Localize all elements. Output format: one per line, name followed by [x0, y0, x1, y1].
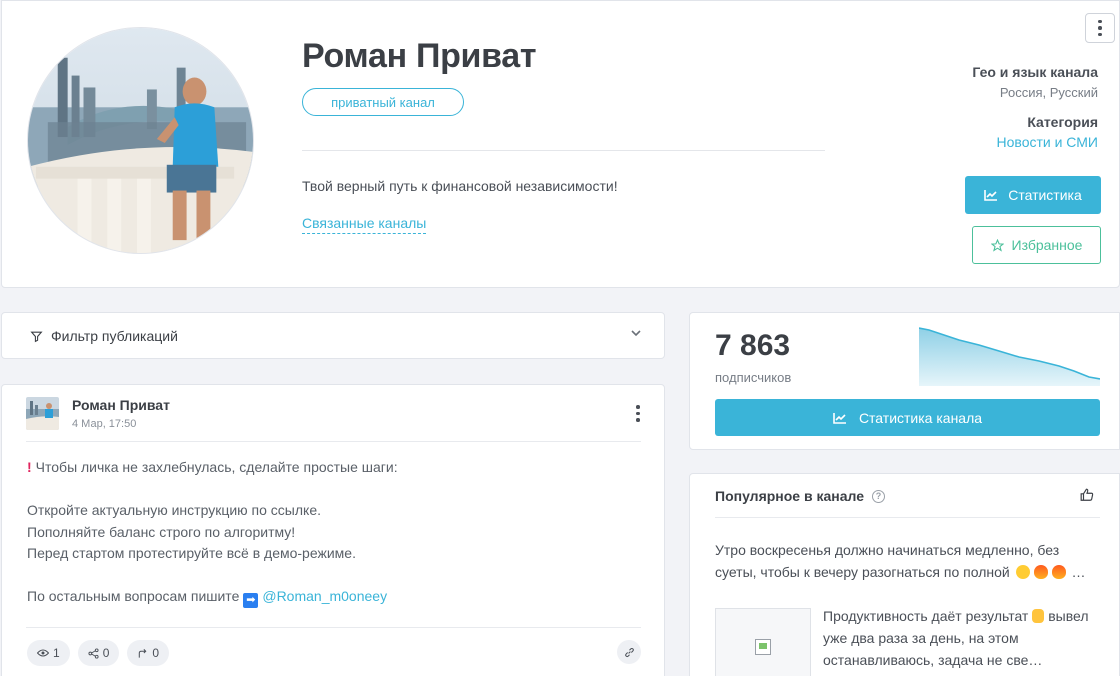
- forwards-count: 0: [152, 646, 160, 660]
- popular-divider: [715, 517, 1100, 518]
- thumbs-up-icon[interactable]: [1080, 488, 1094, 502]
- post-link-button[interactable]: [617, 640, 641, 664]
- subscribers-card: 7 863 подписчиков Статистика канала: [689, 312, 1120, 450]
- popular-title: Популярное в канале ?: [715, 488, 885, 504]
- kebab-menu-icon: [1098, 19, 1102, 24]
- channel-menu-button[interactable]: [1085, 13, 1115, 43]
- share-icon: [88, 647, 99, 659]
- kebab-menu-icon: [636, 405, 640, 409]
- forward-icon: [139, 648, 147, 658]
- fire-emoji-icon: [1051, 565, 1066, 579]
- chevron-down-icon[interactable]: [630, 327, 642, 339]
- subscribers-label: подписчиков: [715, 370, 792, 385]
- post-author-avatar[interactable]: [26, 397, 59, 430]
- post-body: ! Чтобы личка не захлебнулась, сделайте п…: [27, 457, 398, 608]
- chart-line-icon: [984, 190, 998, 201]
- arrow-right-icon: ➡: [243, 593, 259, 608]
- header-divider: [302, 150, 825, 151]
- popular-post-2-thumbnail[interactable]: [715, 608, 811, 676]
- category-link[interactable]: Новости и СМИ: [997, 134, 1098, 150]
- post-date: 4 Мар, 17:50: [72, 418, 137, 430]
- category-block: Категория Новости и СМИ: [997, 114, 1098, 150]
- help-icon[interactable]: ?: [872, 489, 885, 503]
- geo-language-value: Россия, Русский: [999, 85, 1098, 100]
- exclamation-icon: !: [27, 459, 32, 475]
- filter-icon: [30, 331, 43, 342]
- category-label: Категория: [1027, 114, 1098, 130]
- publication-filter[interactable]: Фильтр публикаций: [1, 312, 665, 359]
- link-icon: [624, 647, 634, 657]
- geo-language-label: Гео и язык канала: [972, 64, 1098, 80]
- subscribers-sparkline: [919, 327, 1100, 386]
- forwards-pill: 0: [127, 640, 170, 666]
- views-pill: 1: [27, 640, 70, 666]
- shares-pill: 0: [77, 640, 120, 666]
- post-author-name[interactable]: Роман Приват: [72, 397, 170, 413]
- channel-title: Роман Приват: [302, 37, 537, 75]
- post-mention-link[interactable]: @Roman_m0oneey: [262, 588, 387, 604]
- views-count: 1: [53, 646, 60, 660]
- post-line: Откройте актуальную инструкцию по ссылке…: [27, 502, 321, 518]
- popular-in-channel-card: Популярное в канале ? Утро воскресенья д…: [689, 473, 1120, 676]
- laughing-emoji-icon: [1015, 565, 1030, 579]
- popular-post-1[interactable]: Утро воскресенья должно начинаться медле…: [715, 539, 1095, 583]
- popular-post-2[interactable]: Продуктивность даёт результат вывел уже …: [823, 605, 1093, 671]
- channel-statistics-button[interactable]: Статистика канала: [715, 399, 1100, 436]
- filter-label: Фильтр публикаций: [51, 328, 178, 344]
- subscribers-count: 7 863: [715, 329, 791, 362]
- post-line: Перед стартом протестируйте всё в демо-р…: [27, 545, 356, 561]
- geo-language-block: Гео и язык канала Россия, Русский: [972, 64, 1098, 100]
- statistics-button[interactable]: Статистика: [965, 176, 1101, 214]
- channel-avatar: [27, 27, 254, 254]
- statistics-button-label: Статистика: [1008, 187, 1082, 203]
- related-channels-link[interactable]: Связанные каналы: [302, 215, 427, 234]
- hand-emoji-icon: [1032, 609, 1045, 623]
- post-menu-button[interactable]: [636, 405, 640, 422]
- shares-count: 0: [102, 646, 110, 660]
- favorite-button[interactable]: Избранное: [972, 226, 1101, 264]
- private-channel-badge: приватный канал: [302, 88, 464, 116]
- eye-icon: [37, 649, 49, 657]
- chart-line-icon: [833, 412, 846, 424]
- favorite-button-label: Избранное: [1011, 237, 1083, 253]
- post-line: Пополняйте баланс строго по алгоритму!: [27, 523, 296, 540]
- post-footer-divider: [26, 627, 641, 628]
- post-stats: 1 0 0: [27, 640, 170, 666]
- broken-image-icon: [755, 639, 771, 655]
- post-divider: [26, 441, 641, 442]
- fire-emoji-icon: [1033, 565, 1048, 579]
- channel-avatar-image: [28, 28, 253, 253]
- channel-description: Твой верный путь к финансовой независимо…: [302, 178, 618, 194]
- post-line: ! Чтобы личка не захлебнулась, сделайте п…: [27, 459, 398, 475]
- post-card: Роман Приват 4 Мар, 17:50 ! Чтобы личка н…: [1, 384, 665, 676]
- post-line: По остальным вопросам пишите ➡ @Roman_m0on…: [27, 588, 388, 608]
- star-icon: [990, 238, 1004, 252]
- channel-header-card: Роман Приват приватный канал Твой верный…: [1, 0, 1120, 288]
- channel-statistics-button-label: Статистика канала: [858, 409, 983, 426]
